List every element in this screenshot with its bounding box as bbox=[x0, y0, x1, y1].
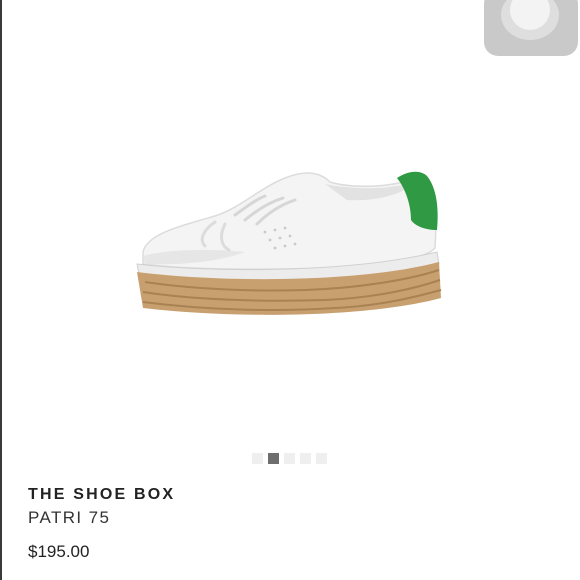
product-image[interactable] bbox=[125, 160, 455, 335]
product-page: THE SHOE BOX PATRI 75 $195.00 bbox=[0, 0, 580, 580]
product-price: $195.00 bbox=[28, 542, 90, 561]
screen-edge bbox=[0, 0, 2, 580]
brand-name[interactable]: THE SHOE BOX bbox=[28, 486, 175, 504]
pager-dot[interactable] bbox=[300, 453, 311, 464]
pager-dot[interactable] bbox=[252, 453, 263, 464]
pager-dot-active[interactable] bbox=[268, 453, 279, 464]
pager-dot[interactable] bbox=[316, 453, 327, 464]
product-title: PATRI 75 bbox=[28, 508, 111, 527]
image-pager bbox=[252, 453, 327, 464]
assistive-touch-button[interactable] bbox=[484, 0, 578, 56]
pager-dot[interactable] bbox=[284, 453, 295, 464]
